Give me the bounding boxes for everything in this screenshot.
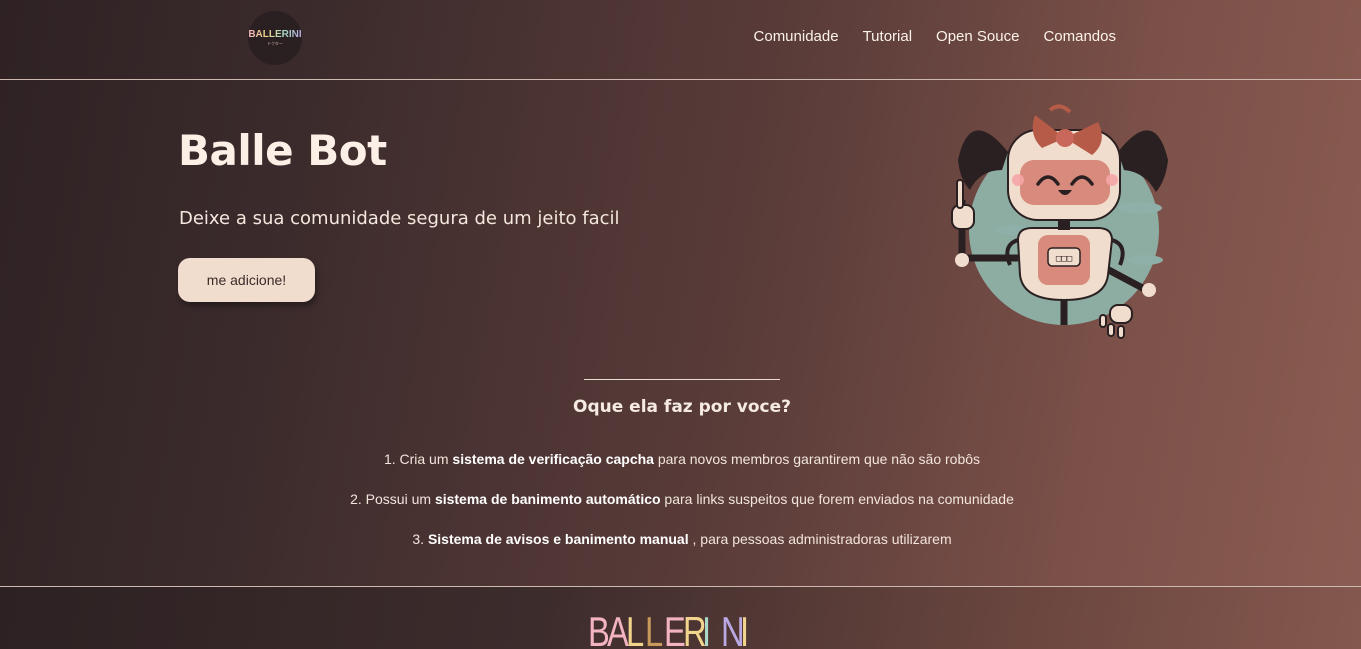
feature-1-prefix: 1. Cria um	[383, 451, 453, 467]
feature-item-2: 2. Possui um sistema de banimento automá…	[0, 491, 1361, 507]
section-title: Oque ela faz por voce?	[573, 397, 791, 417]
cloud-shape	[1118, 202, 1162, 214]
feature-3-suffix: , para pessoas administradoras utilizare…	[688, 531, 952, 547]
hero-title: Balle Bot	[178, 126, 387, 175]
nav-link-comandos[interactable]: Comandos	[1043, 28, 1116, 45]
feature-item-3: 3. Sistema de avisos e banimento manual …	[0, 531, 1361, 547]
footer-brand-wordmark: B A L L E R I N I	[588, 608, 759, 649]
feature-1-suffix: para novos membros garantirem que não sã…	[653, 451, 981, 467]
feature-3-prefix: 3.	[412, 531, 428, 547]
brand-letter: N	[721, 608, 746, 649]
logo-subtext: ドクター	[267, 41, 283, 46]
robot-screen-label: □□□	[1056, 254, 1073, 264]
feature-2-suffix: para links suspeitos que forem enviados …	[660, 491, 1014, 507]
robot-mascot-illustration: □□□	[951, 104, 1168, 339]
nav-link-tutorial[interactable]: Tutorial	[863, 28, 912, 45]
brand-letter: A	[607, 608, 630, 649]
brand-letter: I	[702, 608, 712, 649]
brand-letter: R	[683, 608, 708, 649]
site-header: BALLERINI ドクター Comunidade Tutorial Open …	[0, 0, 1361, 80]
brand-letter: E	[664, 608, 687, 649]
feature-3-highlight: Sistema de avisos e banimento manual	[427, 531, 689, 547]
brand-letter: I	[740, 608, 750, 649]
section-divider	[584, 379, 780, 380]
feature-1-highlight: sistema de verificação capcha	[452, 451, 654, 467]
nav-link-open-source[interactable]: Open Souce	[936, 28, 1019, 45]
logo-text: BALLERINI	[248, 29, 302, 40]
brand-letter: L	[645, 608, 665, 649]
feature-2-highlight: sistema de banimento automático	[434, 491, 661, 507]
nav-link-comunidade[interactable]: Comunidade	[754, 28, 839, 45]
ballerini-logo[interactable]: BALLERINI ドクター	[248, 11, 302, 65]
hero-subtitle: Deixe a sua comunidade segura de um jeit…	[179, 208, 620, 229]
brand-letter: L	[626, 608, 646, 649]
main-nav: Comunidade Tutorial Open Souce Comandos	[754, 28, 1116, 45]
feature-item-1: 1. Cria um sistema de verificação capcha…	[0, 451, 1361, 467]
add-bot-button[interactable]: me adicione!	[178, 258, 315, 302]
feature-2-prefix: 2. Possui um	[350, 491, 435, 507]
brand-letter: B	[588, 608, 611, 649]
